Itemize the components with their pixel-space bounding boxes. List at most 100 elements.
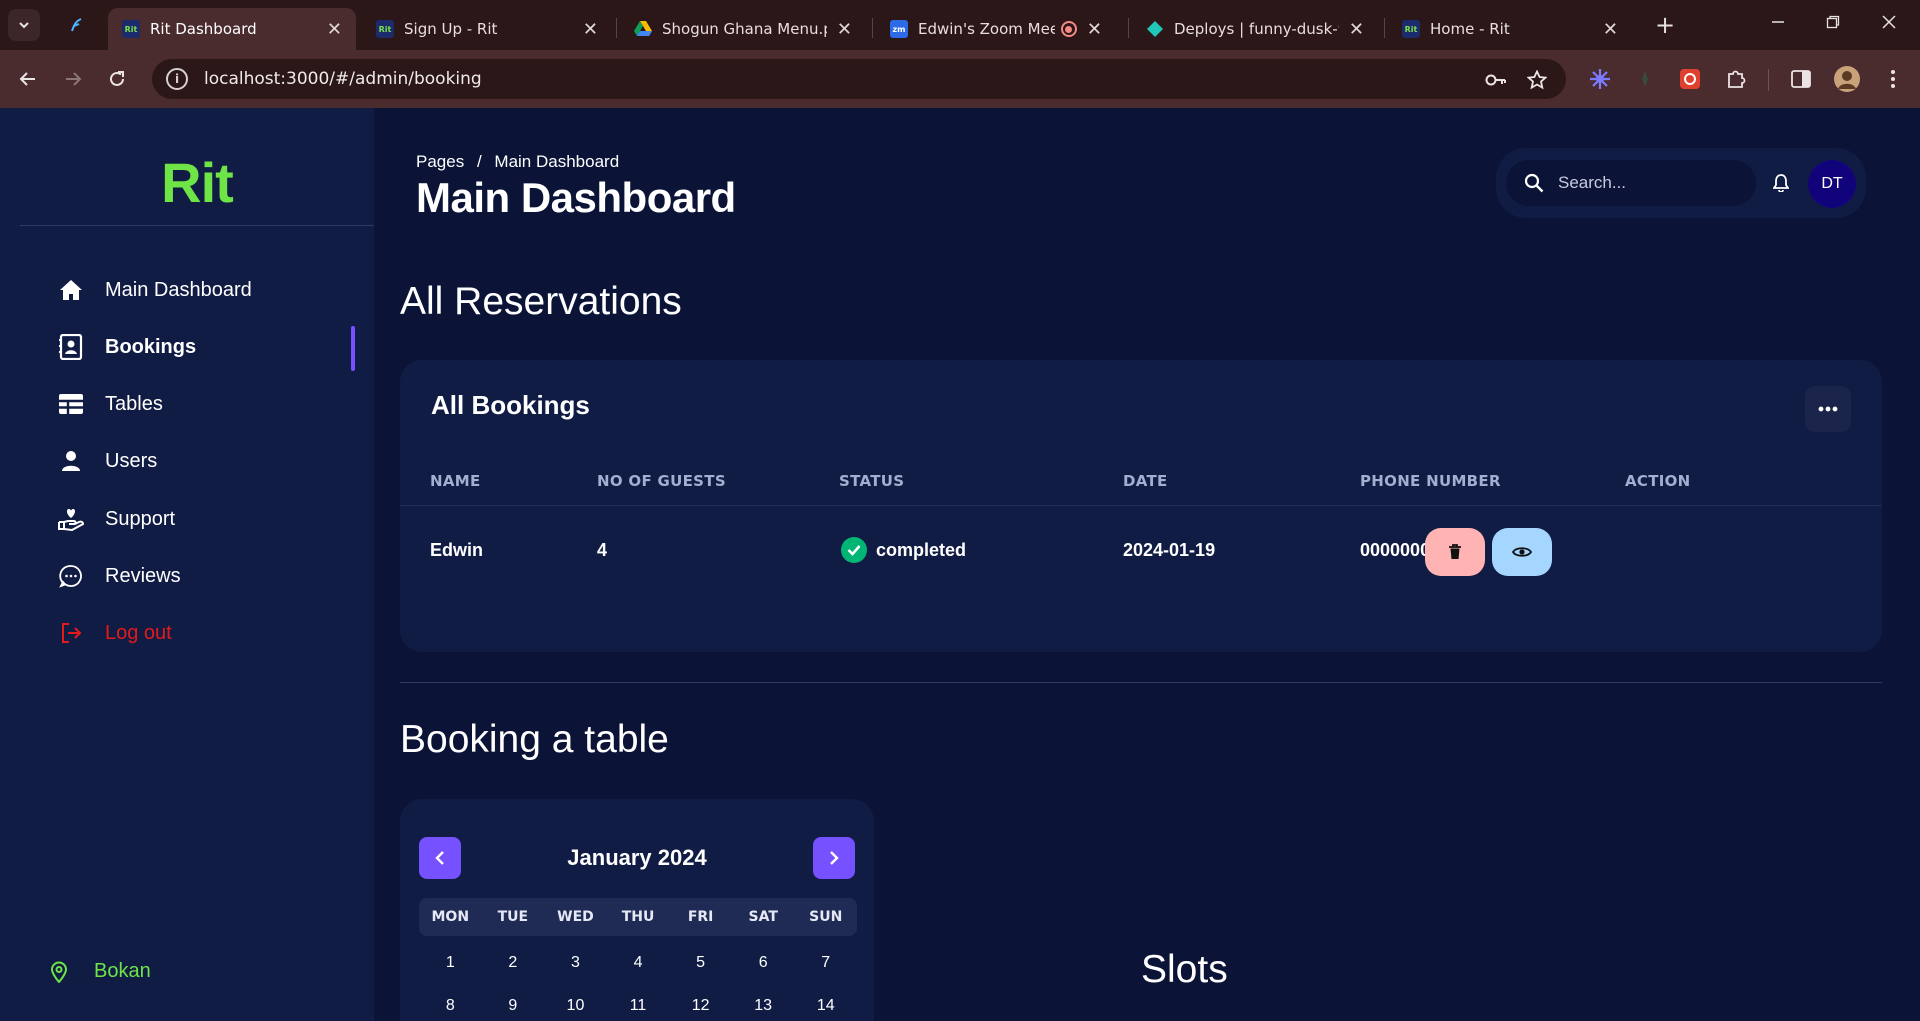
weekday-label: SUN (809, 909, 843, 925)
close-icon[interactable]: ✕ (837, 19, 852, 40)
breadcrumb-root[interactable]: Pages (416, 152, 464, 171)
tab-title: Edwin's Zoom Meeting (918, 20, 1055, 38)
status-badge: completed (876, 539, 967, 560)
sidebar-item-label: Main Dashboard (105, 278, 252, 301)
search-input[interactable] (1558, 173, 1738, 193)
slots-heading: Slots (1141, 948, 1228, 991)
cell-name: Edwin (430, 540, 483, 560)
sidebar-item-label: Users (105, 449, 158, 472)
extension-red-icon[interactable] (1677, 66, 1703, 92)
sidebar-item-label: Log out (105, 621, 172, 644)
weekday-label: TUE (497, 909, 529, 925)
url-text[interactable]: localhost:3000/#/admin/booking (204, 69, 482, 89)
column-header-guests[interactable]: NO OF GUESTS (597, 472, 726, 490)
delete-button[interactable] (1425, 528, 1485, 576)
map-pin-icon (48, 961, 70, 983)
ellipsis-icon (1818, 406, 1838, 412)
calendar-day[interactable]: 12 (669, 997, 732, 1015)
calendar-day[interactable]: 11 (607, 997, 670, 1015)
reload-icon[interactable] (101, 63, 133, 95)
site-info-icon[interactable]: i (166, 68, 188, 90)
sidebar-item-main-dashboard[interactable]: Main Dashboard (58, 275, 252, 305)
trash-icon (1449, 544, 1461, 559)
weekday-label: THU (621, 909, 655, 925)
calendar-day[interactable]: 6 (732, 954, 795, 972)
tab-home-rit[interactable]: Rit Home - Rit ✕ (1388, 8, 1632, 50)
table-header-divider (400, 505, 1882, 506)
notification-bell-icon[interactable] (1770, 172, 1792, 194)
tab-zoom-meeting[interactable]: zm Edwin's Zoom Meeting ✕ (876, 8, 1116, 50)
tab-title: Deploys | funny-dusk-9c (1174, 20, 1339, 38)
main-content: Pages / Main Dashboard Main Dashboard DT… (374, 108, 1920, 1021)
calendar-day[interactable]: 1 (419, 954, 482, 972)
extensions-puzzle-icon[interactable] (1723, 66, 1749, 92)
calendar-day[interactable]: 4 (607, 954, 670, 972)
sidebar-item-tables[interactable]: Tables (58, 389, 163, 419)
weekday-label: SAT (748, 909, 778, 925)
bookmark-star-icon[interactable] (1525, 68, 1549, 92)
column-header-phone[interactable]: PHONE NUMBER (1360, 472, 1501, 490)
app-logo[interactable]: Rit (0, 150, 394, 215)
sidebar-item-label: Support (105, 507, 176, 530)
close-icon[interactable]: ✕ (583, 19, 598, 40)
weekday-label: WED (557, 909, 594, 925)
calendar-day[interactable]: 10 (544, 997, 607, 1015)
tab-sign-up[interactable]: Rit Sign Up - Rit ✕ (362, 8, 612, 50)
extension-dark-icon[interactable] (1632, 66, 1658, 92)
password-key-icon[interactable] (1484, 68, 1508, 92)
close-icon[interactable]: ✕ (327, 19, 342, 40)
calendar-day[interactable]: 9 (482, 997, 545, 1015)
calendar-day[interactable]: 5 (669, 954, 732, 972)
forward-arrow-icon[interactable] (57, 63, 89, 95)
profile-avatar-icon[interactable] (1834, 66, 1860, 92)
extension-sparkle-icon[interactable] (1587, 66, 1613, 92)
new-tab-plus-icon[interactable]: + (1651, 12, 1679, 40)
calendar-day[interactable]: 13 (732, 997, 795, 1015)
view-button[interactable] (1492, 528, 1552, 576)
pinned-tab-icon[interactable] (60, 9, 92, 41)
tab-shogun-menu[interactable]: Shogun Ghana Menu.pdf ✕ (620, 8, 866, 50)
close-icon[interactable]: ✕ (1603, 19, 1618, 40)
address-bar[interactable]: i localhost:3000/#/admin/booking (152, 59, 1566, 99)
restore-icon[interactable] (1816, 8, 1850, 40)
tab-netlify-deploys[interactable]: Deploys | funny-dusk-9c ✕ (1132, 8, 1378, 50)
breadcrumb-current[interactable]: Main Dashboard (494, 152, 619, 171)
breadcrumb: Pages / Main Dashboard (416, 152, 619, 172)
calendar-week: 1 2 3 4 5 6 7 (419, 954, 857, 972)
sidebar-item-support[interactable]: Support (58, 504, 175, 534)
more-options-button[interactable] (1805, 386, 1851, 432)
calendar-weekdays: MON TUE WED THU FRI SAT SUN (419, 898, 857, 936)
location-indicator: Bokan (48, 960, 151, 983)
calendar-day[interactable]: 7 (794, 954, 857, 972)
sidebar-item-bookings[interactable]: Bookings (58, 332, 196, 362)
column-header-name[interactable]: NAME (430, 472, 481, 490)
calendar-day[interactable]: 8 (419, 997, 482, 1015)
back-arrow-icon[interactable] (12, 63, 44, 95)
sidebar-item-reviews[interactable]: Reviews (58, 561, 181, 591)
calendar-day[interactable]: 3 (544, 954, 607, 972)
minimize-icon[interactable] (1761, 8, 1795, 40)
search-icon (1522, 171, 1546, 195)
side-panel-icon[interactable] (1788, 66, 1814, 92)
avatar[interactable]: DT (1808, 160, 1856, 208)
close-icon[interactable]: ✕ (1087, 19, 1102, 40)
tab-separator (1384, 18, 1385, 38)
calendar-day[interactable]: 2 (482, 954, 545, 972)
browser-menu-icon[interactable] (1880, 66, 1906, 92)
rit-favicon-icon: Rit (376, 20, 394, 38)
close-icon[interactable]: ✕ (1349, 19, 1364, 40)
window-close-icon[interactable] (1872, 8, 1906, 40)
calendar-day[interactable]: 14 (794, 997, 857, 1015)
sidebar-item-logout[interactable]: Log out (58, 618, 172, 648)
zoom-favicon-icon: zm (890, 20, 908, 38)
column-header-date[interactable]: DATE (1123, 472, 1168, 490)
column-header-status[interactable]: STATUS (839, 472, 904, 490)
calendar: January 2024 MON TUE WED THU FRI SAT SUN… (400, 799, 874, 1021)
tab-rit-dashboard[interactable]: Rit Rit Dashboard ✕ (108, 8, 356, 50)
calendar-next-button[interactable] (813, 837, 855, 879)
sidebar-item-users[interactable]: Users (58, 446, 157, 476)
weekday-label: MON (431, 909, 470, 925)
browser-tab-bar: Rit Rit Dashboard ✕ Rit Sign Up - Rit ✕ … (0, 0, 1920, 50)
tab-search-chevron-icon[interactable] (8, 9, 40, 41)
search-box[interactable] (1506, 160, 1756, 206)
